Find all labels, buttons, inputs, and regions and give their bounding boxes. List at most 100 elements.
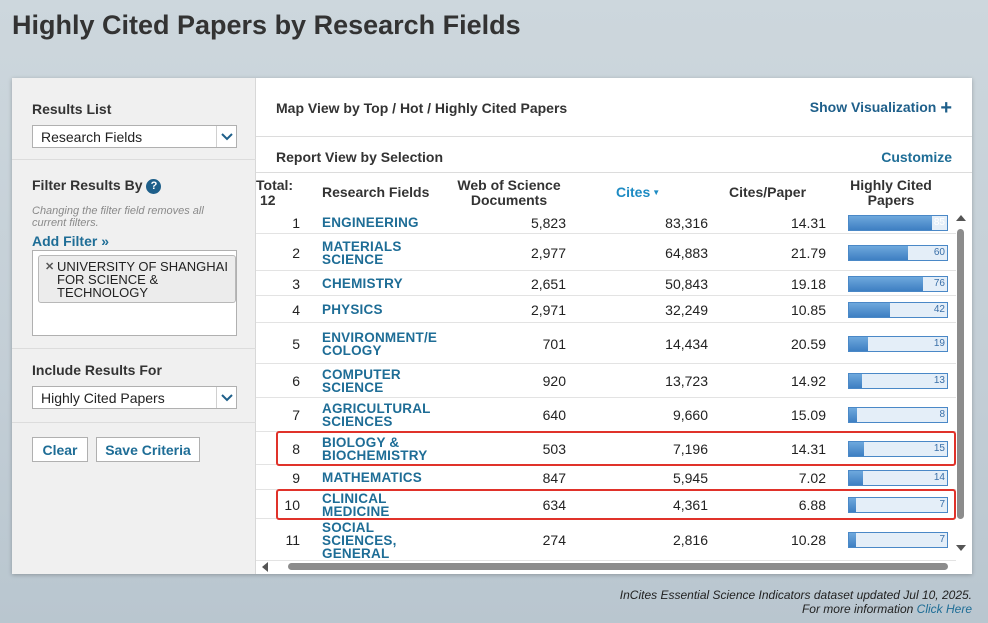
cites-per-paper-cell: 21.79 [790,244,826,261]
table-row[interactable]: 2 MATERIALS SCIENCE 2,977 64,883 21.79 60 [256,234,956,271]
include-value: Highly Cited Papers [41,390,165,406]
scroll-down-icon [956,545,966,551]
docs-cell: 5,823 [530,214,566,231]
map-view-bar: Map View by Top / Hot / Highly Cited Pap… [256,78,972,137]
total-count: 12 [260,192,276,208]
table-row[interactable]: 11 SOCIAL SCIENCES, GENERAL 274 2,816 10.28 7 [256,519,956,561]
filter-section: Filter Results By? Changing the filter f… [12,160,256,349]
table-row[interactable]: 7 AGRICULTURAL SCIENCES 640 9,660 15.09 8 [256,398,956,432]
results-list-heading: Results List [32,101,112,117]
highly-cited-value: 7 [939,534,945,545]
highly-cited-bar[interactable]: 85 [848,214,948,231]
highly-cited-bar[interactable]: 42 [848,301,948,318]
add-filter-link[interactable]: Add Filter » [32,233,109,249]
save-criteria-button[interactable]: Save Criteria [96,437,200,462]
rank-cell: 1 [292,214,300,231]
chevron-down-icon [216,126,236,147]
report-view-title: Report View by Selection [276,149,444,165]
table-row[interactable]: 1 ENGINEERING 5,823 83,316 14.31 85 [256,211,956,234]
table-row[interactable]: 3 CHEMISTRY 2,651 50,843 19.18 76 [256,271,956,296]
highly-cited-bar-fill [849,276,924,291]
scroll-up-icon [956,215,966,221]
highly-cited-bar[interactable]: 8 [848,407,948,423]
show-visualization-link[interactable]: Show Visualization + [809,98,952,118]
vertical-scrollbar[interactable] [954,211,968,559]
cites-per-paper-header[interactable]: Cites/Paper [729,185,806,200]
highly-cited-bar[interactable]: 13 [848,373,948,389]
more-info-line: For more information Click Here [620,602,972,616]
highly-cited-value: 60 [933,246,945,258]
research-field-link[interactable]: CHEMISTRY [322,277,442,291]
horizontal-scroll-thumb[interactable] [288,563,948,570]
clear-button[interactable]: Clear [32,437,88,462]
highly-cited-bar[interactable]: 76 [848,275,948,292]
horizontal-scrollbar[interactable] [256,559,956,573]
row-highlight [276,431,956,466]
cites-per-paper-cell: 19.18 [790,275,826,292]
results-panel: Results List Research Fields Filter Resu… [12,78,972,574]
vertical-scroll-thumb[interactable] [957,229,964,519]
highly-cited-bar[interactable]: 60 [848,244,948,261]
highly-cited-bar[interactable]: 19 [848,335,948,352]
cites-cell: 13,723 [665,373,708,389]
research-field-link[interactable]: ENVIRONMENT/E COLOGY [322,330,442,357]
cites-cell: 83,316 [665,214,708,231]
table-body: 1 ENGINEERING 5,823 83,316 14.31 85 2 MATERIALS… [256,211,956,561]
map-view-title: Map View by Top / Hot / Highly Cited Pap… [276,100,568,116]
cites-header-label: Cites [616,184,651,200]
main-area: Map View by Top / Hot / Highly Cited Pap… [256,78,972,574]
remove-filter-icon[interactable]: ✕ [45,261,54,274]
highly-cited-bar-fill [849,533,856,547]
table-header: Total: 12 Research Fields Web of Science… [256,173,972,211]
research-field-link[interactable]: AGRICULTURAL SCIENCES [322,402,442,429]
rank-cell: 2 [292,244,300,261]
research-field-link[interactable]: COMPUTER SCIENCE [322,368,442,395]
page-title: Highly Cited Papers by Research Fields [12,10,521,40]
research-field-link[interactable]: SOCIAL SCIENCES, GENERAL [322,520,442,560]
filter-heading: Filter Results By? [32,177,162,194]
highly-cited-header[interactable]: Highly Cited Papers [844,178,938,208]
rank-cell: 6 [292,373,300,389]
highly-cited-bar-fill [849,374,862,388]
docs-header[interactable]: Web of Science Documents [454,178,564,208]
research-field-link[interactable]: MATHEMATICS [322,471,442,485]
filter-heading-label: Filter Results By [32,177,143,193]
total-label: Total: [256,177,294,193]
footer: InCites Essential Science Indicators dat… [620,588,972,616]
highly-cited-value: 42 [933,303,945,315]
research-field-link[interactable]: PHYSICS [322,303,442,317]
highly-cited-bar-fill [849,408,857,422]
table-row[interactable]: 6 COMPUTER SCIENCE 920 13,723 14.92 13 [256,364,956,398]
table-row[interactable]: 9 MATHEMATICS 847 5,945 7.02 14 [256,465,956,490]
cites-per-paper-cell: 7.02 [798,469,826,486]
cites-per-paper-cell: 10.85 [790,301,826,318]
click-here-link[interactable]: Click Here [917,602,972,616]
docs-cell: 2,977 [530,244,566,261]
highly-cited-bar-fill [849,336,868,351]
research-field-link[interactable]: ENGINEERING [322,216,442,230]
help-icon[interactable]: ? [146,179,162,194]
highly-cited-bar[interactable]: 14 [848,469,948,486]
customize-link[interactable]: Customize [881,149,952,165]
show-visualization-label: Show Visualization [809,99,937,115]
docs-cell: 2,971 [530,301,566,318]
cites-per-paper-cell: 14.31 [790,214,826,231]
table-row[interactable]: 4 PHYSICS 2,971 32,249 10.85 42 [256,296,956,323]
results-list-select[interactable]: Research Fields [32,125,237,148]
research-field-link[interactable]: MATERIALS SCIENCE [322,239,442,266]
include-heading: Include Results For [32,362,162,378]
cites-per-paper-cell: 15.09 [790,407,826,423]
docs-cell: 920 [542,373,566,389]
row-highlight [276,489,956,520]
rank-cell: 5 [292,335,300,352]
results-list-section: Results List Research Fields [12,78,256,160]
rank-cell: 7 [292,407,300,423]
table-row[interactable]: 5 ENVIRONMENT/E COLOGY 701 14,434 20.59 19 [256,323,956,364]
highly-cited-bar[interactable]: 7 [848,532,948,548]
docs-cell: 701 [542,335,566,352]
include-select[interactable]: Highly Cited Papers [32,386,237,409]
field-header[interactable]: Research Fields [322,185,429,200]
filter-box: ✕ UNIVERSITY OF SHANGHAI FOR SCIENCE & T… [32,250,237,336]
cites-header[interactable]: Cites ▼ [616,185,660,200]
cites-cell: 32,249 [665,301,708,318]
